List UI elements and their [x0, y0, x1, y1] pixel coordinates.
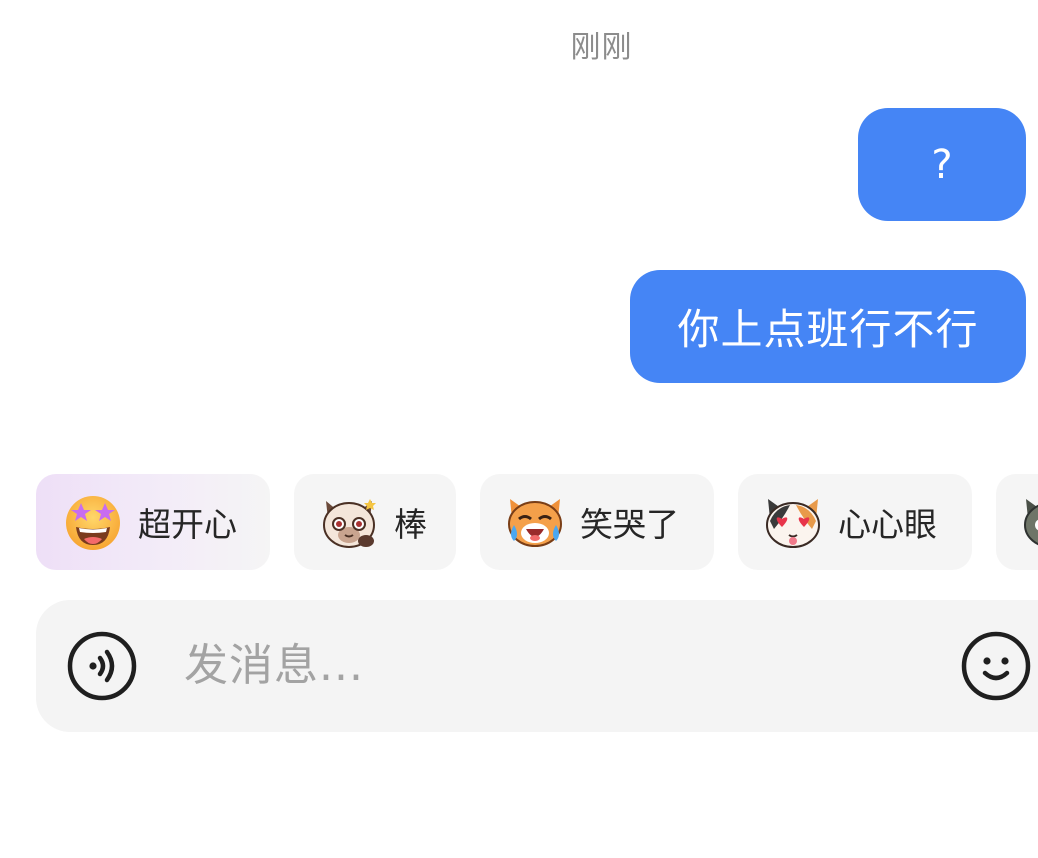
emoji-face-icon[interactable] — [960, 630, 1032, 702]
message-timestamp: 刚刚 — [570, 30, 633, 65]
message-text: 你上点班行不行 — [677, 305, 979, 354]
outgoing-message-bubble[interactable]: ? — [858, 108, 1026, 221]
sticker-chip-label: 笑哭了 — [580, 505, 679, 544]
message-text: ? — [931, 141, 953, 188]
sticker-chip-label: 棒 — [394, 505, 427, 544]
sticker-chip-tears-of-joy[interactable]: 笑哭了 — [480, 474, 714, 570]
sticker-chip-label: 超开心 — [138, 505, 237, 544]
message-input[interactable]: 发消息... — [184, 600, 364, 732]
sticker-chip-more[interactable] — [996, 474, 1038, 570]
star-eyes-smile-icon — [66, 496, 120, 550]
voice-input-icon[interactable] — [66, 630, 138, 702]
sticker-chip-super-happy[interactable]: 超开心 — [36, 474, 270, 570]
gray-cat-icon — [1024, 499, 1038, 546]
siamese-cat-thumbs-up-icon — [323, 499, 376, 548]
sticker-chip-heart-eyes[interactable]: 心心眼 — [738, 474, 972, 570]
calico-cat-heart-eyes-icon — [766, 499, 820, 548]
sticker-chip-great[interactable]: 棒 — [294, 474, 456, 570]
orange-cat-tears-of-joy-icon — [508, 499, 562, 547]
outgoing-message-bubble[interactable]: 你上点班行不行 — [630, 270, 1026, 383]
sticker-suggestion-bar: 超开心 棒 笑哭了 心心眼 — [0, 474, 1038, 570]
sticker-chip-label: 心心眼 — [838, 505, 937, 544]
message-composer: 发消息... — [36, 600, 1038, 732]
